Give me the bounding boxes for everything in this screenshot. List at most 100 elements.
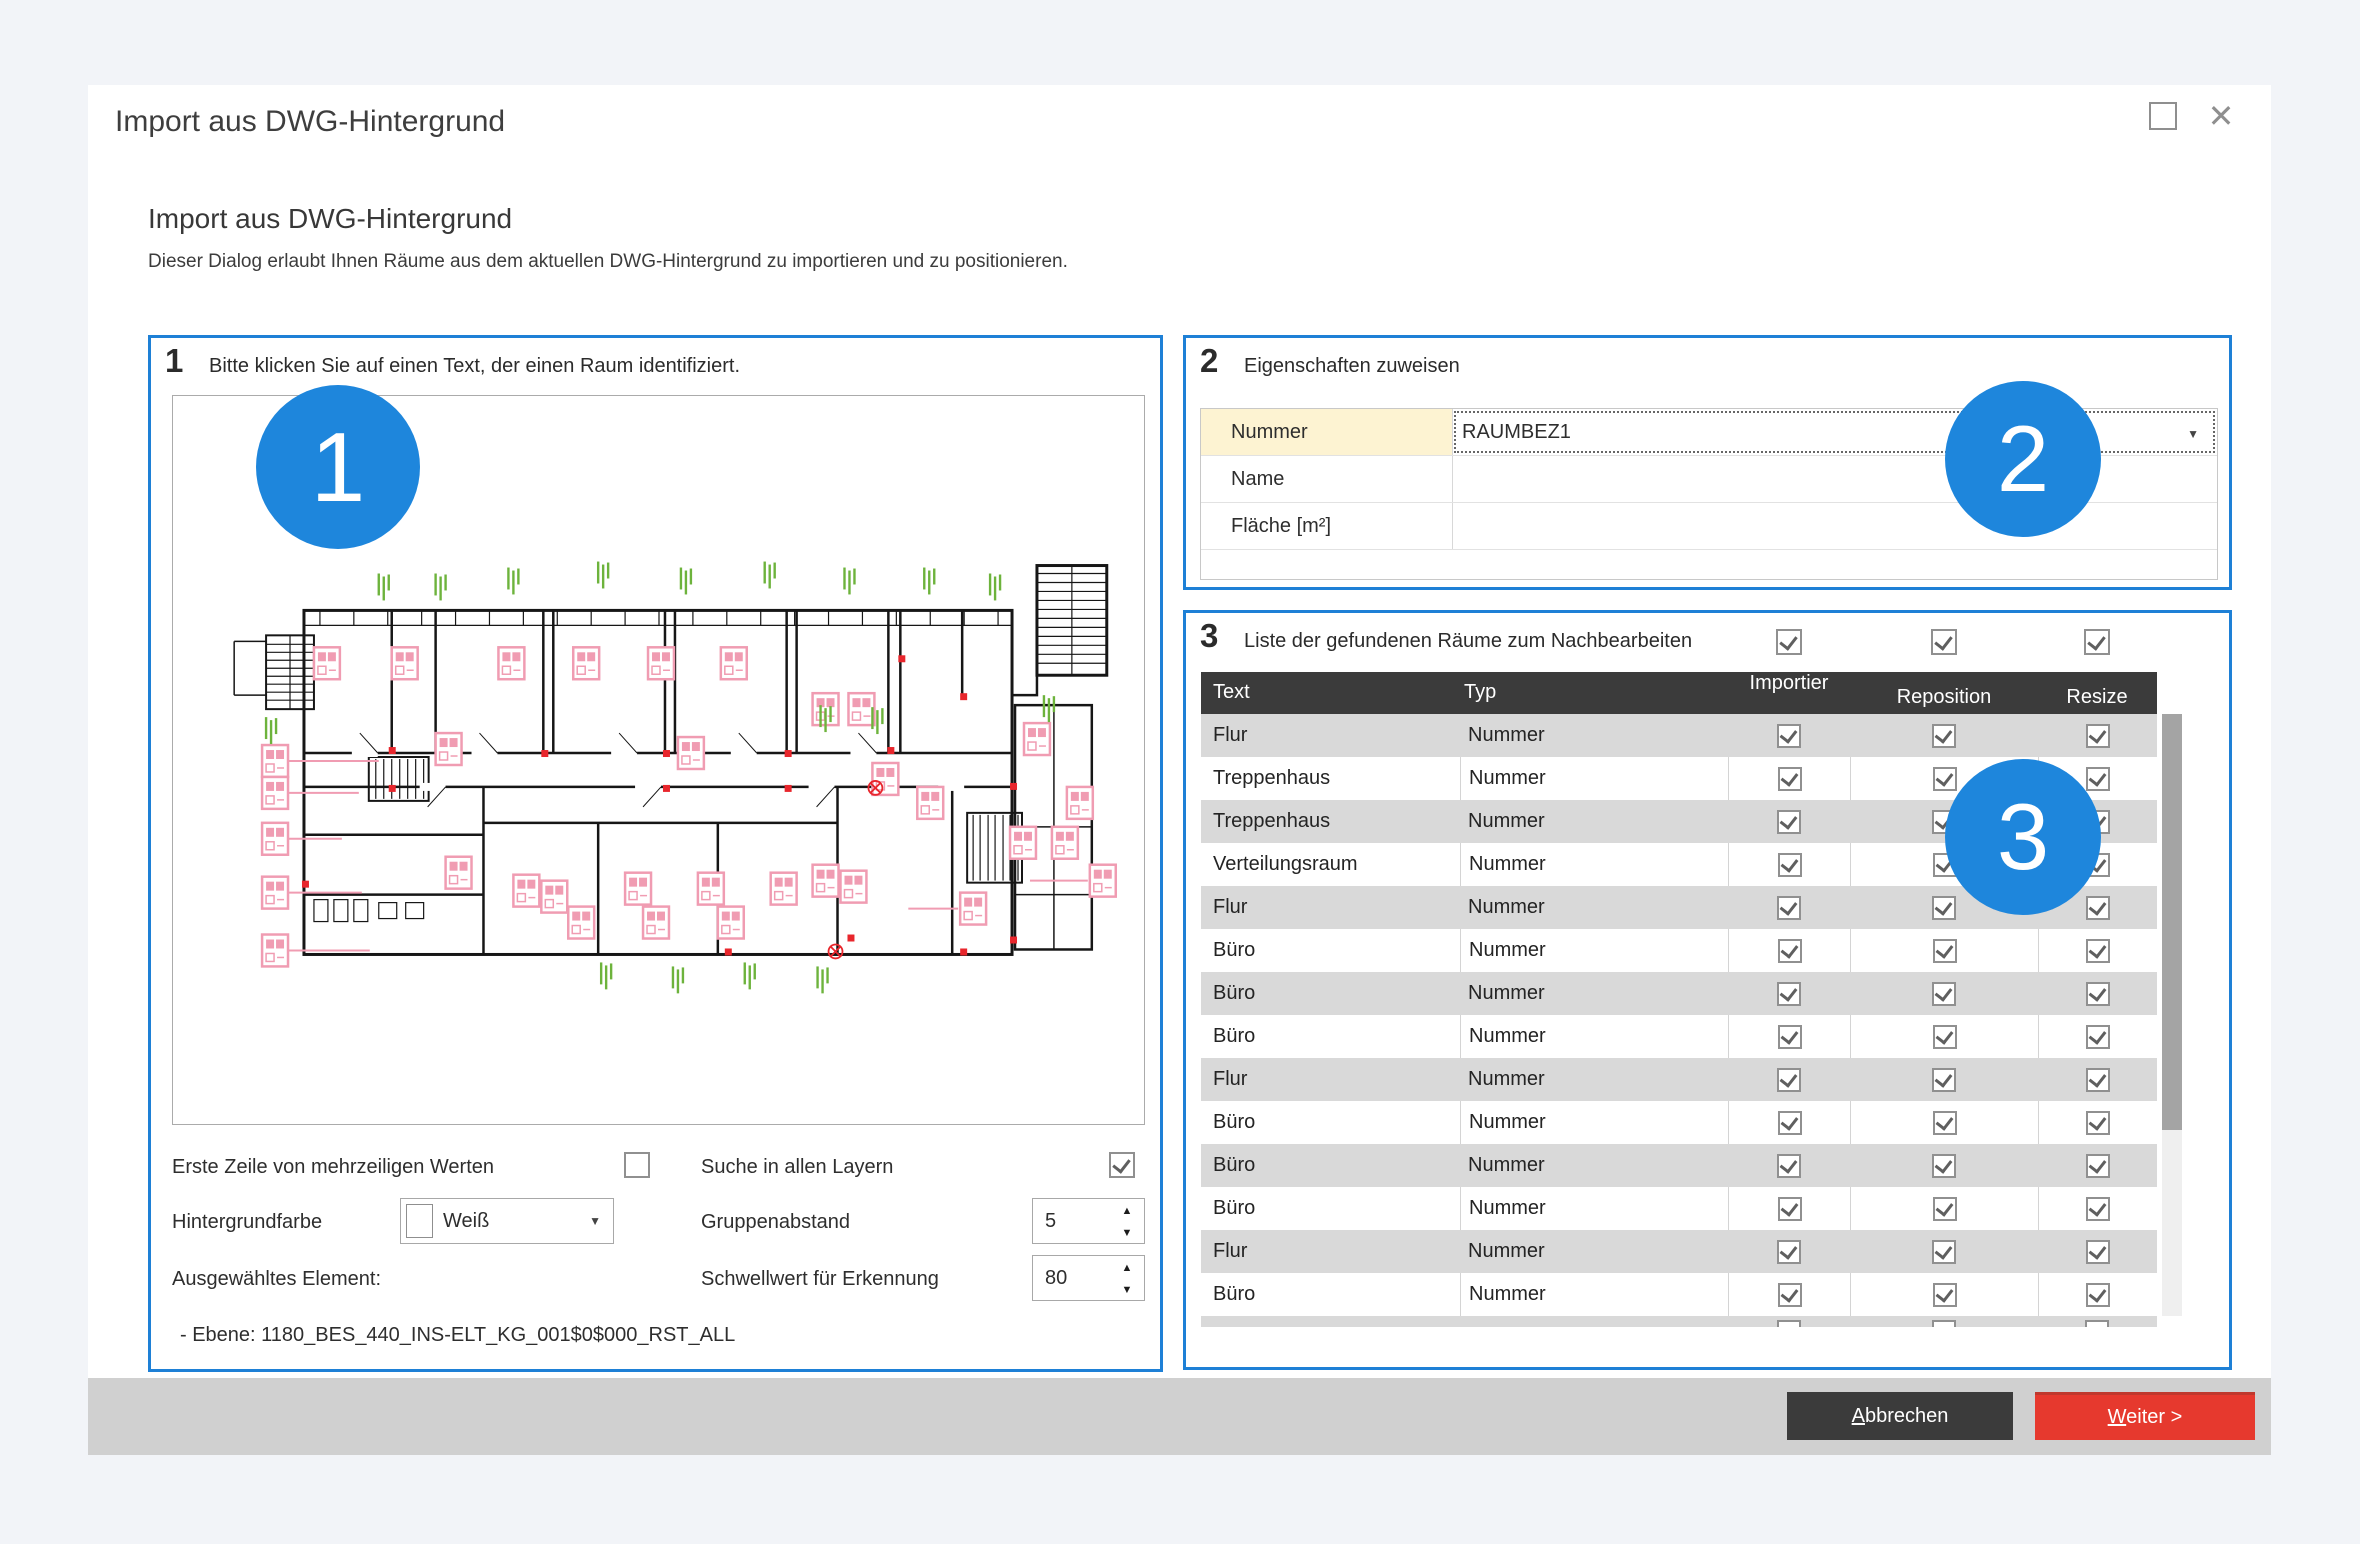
row-checkbox[interactable] [1778,1283,1802,1307]
row-checkbox[interactable] [2086,896,2110,920]
property-value-field[interactable]: RAUMBEZ1 [1453,409,2217,455]
select-all-resize-checkbox[interactable] [2084,629,2110,655]
background-color-dropdown[interactable]: Weiß [400,1198,614,1244]
column-header-reposition[interactable]: Reposition [1897,686,1992,709]
row-checkbox[interactable] [2086,1068,2110,1092]
step2-title: Eigenschaften zuweisen [1244,355,1460,378]
row-checkbox[interactable] [1932,1154,1956,1178]
row-checkbox[interactable] [2086,1111,2110,1135]
cell-resize [2038,1230,2157,1273]
threshold-stepper[interactable]: 80 [1032,1255,1145,1301]
page-subtitle: Dieser Dialog erlaubt Ihnen Räume aus de… [148,251,1068,273]
row-checkbox[interactable] [1777,896,1801,920]
cell-importieren [1728,714,1850,757]
cell-resize [2038,1273,2157,1316]
row-checkbox[interactable] [2086,1197,2110,1221]
row-checkbox[interactable] [2086,1283,2110,1307]
spin-up-icon[interactable] [1122,1258,1133,1276]
cell-importieren [1728,800,1850,843]
cell-typ: Nummer [1460,757,1728,800]
cell-importieren [1728,1144,1850,1187]
row-checkbox[interactable] [1932,1240,1956,1264]
property-value-field[interactable] [1453,456,2217,502]
table-row[interactable]: BüroNummer [1201,929,2157,972]
row-checkbox[interactable] [2086,1154,2110,1178]
row-checkbox[interactable] [1932,896,1956,920]
row-checkbox[interactable] [1777,1068,1801,1092]
table-row[interactable]: FlurNummer [1201,714,2157,757]
row-checkbox[interactable] [2086,1240,2110,1264]
row-checkbox[interactable] [1932,1068,1956,1092]
row-checkbox[interactable] [1932,982,1956,1006]
spin-down-icon[interactable] [1122,1280,1133,1298]
annotation-badge-2: 2 [1945,381,2101,537]
maximize-icon [2149,102,2177,130]
group-distance-stepper[interactable]: 5 [1032,1198,1145,1244]
row-checkbox[interactable] [2086,767,2110,791]
row-checkbox[interactable] [1933,767,1957,791]
cell-resize [2038,1144,2157,1187]
cell-text: Büro [1201,972,1460,1015]
maximize-button[interactable] [2144,97,2182,135]
row-checkbox[interactable] [1778,1111,1802,1135]
search-layers-checkbox[interactable] [1109,1152,1135,1178]
row-checkbox[interactable] [2086,1025,2110,1049]
row-checkbox[interactable] [1932,724,1956,748]
property-value-field[interactable] [1453,503,2217,549]
select-all-importieren-checkbox[interactable] [1776,629,1802,655]
cell-text: Verteilungsraum [1201,843,1460,886]
row-checkbox[interactable] [1777,1154,1801,1178]
row-checkbox[interactable] [1778,939,1802,963]
row-checkbox[interactable] [1777,1240,1801,1264]
cell-reposition [1850,972,2038,1015]
table-row[interactable]: BüroNummer [1201,1015,2157,1058]
background-color-value: Weiß [443,1210,579,1233]
row-checkbox[interactable] [1933,939,1957,963]
row-checkbox[interactable] [1933,1283,1957,1307]
checkbox [2085,1320,2109,1327]
table-row[interactable]: BüroNummer [1201,972,2157,1015]
row-checkbox[interactable] [1933,1025,1957,1049]
column-header-text[interactable]: Text [1213,681,1250,704]
column-header-importieren[interactable]: Importier [1750,672,1829,695]
scrollbar-thumb[interactable] [2162,714,2182,1130]
next-button[interactable]: Weiter > [2035,1392,2255,1440]
row-checkbox[interactable] [1778,853,1802,877]
row-checkbox[interactable] [2086,724,2110,748]
table-row[interactable]: BüroNummer [1201,1187,2157,1230]
table-scrollbar[interactable] [2162,714,2182,1316]
table-row[interactable]: BüroNummer [1201,1144,2157,1187]
row-checkbox[interactable] [1933,1197,1957,1221]
column-header-typ[interactable]: Typ [1464,681,1496,704]
row-checkbox[interactable] [1777,724,1801,748]
close-button[interactable]: ✕ [2202,97,2240,135]
property-value-combobox[interactable]: RAUMBEZ1 [1454,411,2215,453]
cancel-button[interactable]: Abbrechen [1787,1392,2013,1440]
row-checkbox[interactable] [1933,1111,1957,1135]
cell-text: Büro [1201,1144,1460,1187]
row-checkbox[interactable] [1777,982,1801,1006]
cell-typ: Nummer [1460,1144,1728,1187]
step3-title: Liste der gefundenen Räume zum Nachbearb… [1244,630,1692,653]
first-line-label: Erste Zeile von mehrzeiligen Werten [172,1156,494,1179]
cell-text: Flur [1201,714,1460,757]
first-line-checkbox[interactable] [624,1152,650,1178]
table-row[interactable]: BüroNummer [1201,1101,2157,1144]
spin-up-icon[interactable] [1122,1201,1133,1219]
row-checkbox[interactable] [1778,767,1802,791]
table-row[interactable]: FlurNummer [1201,1058,2157,1101]
spin-down-icon[interactable] [1122,1223,1133,1241]
column-header-resize[interactable]: Resize [2066,686,2127,709]
cell-reposition [1850,1230,2038,1273]
row-checkbox[interactable] [2086,982,2110,1006]
row-checkbox[interactable] [1778,1025,1802,1049]
table-row[interactable]: FlurNummer [1201,1230,2157,1273]
cell-resize [2038,1015,2157,1058]
table-row[interactable]: BüroNummer [1201,1273,2157,1316]
group-distance-label: Gruppenabstand [701,1211,850,1234]
select-all-reposition-checkbox[interactable] [1931,629,1957,655]
row-checkbox[interactable] [1778,1197,1802,1221]
row-checkbox[interactable] [2086,939,2110,963]
row-checkbox[interactable] [1777,810,1801,834]
cell-typ: Nummer [1460,1101,1728,1144]
